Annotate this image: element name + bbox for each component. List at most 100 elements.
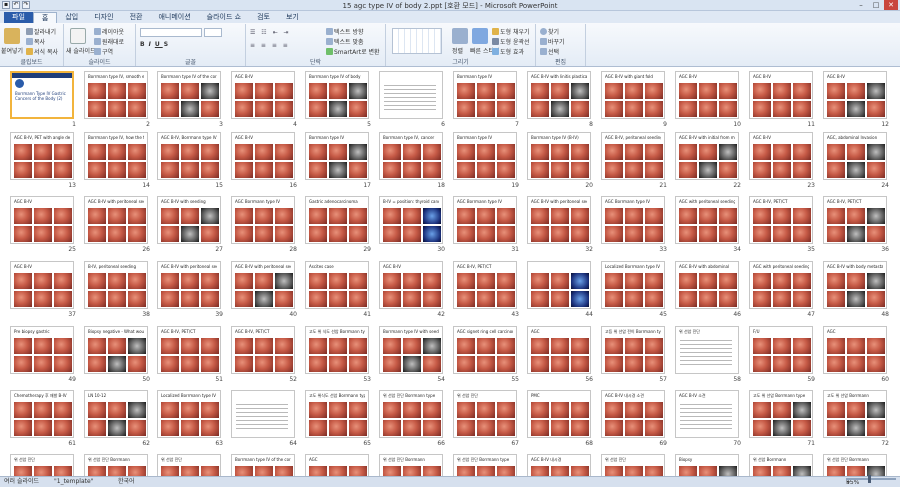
slide-thumbnail[interactable]: Borrmann type IV with seeding <box>379 326 443 374</box>
slide-thumbnail[interactable]: 위 선암 진단 <box>601 454 665 476</box>
tab-1[interactable]: 홈 <box>32 12 58 23</box>
slide-thumbnail[interactable]: Localized Borrmann type IV <box>157 390 221 438</box>
slide-thumbnail[interactable]: 위 선암 진단 Borrmann <box>84 454 148 476</box>
slide-thumbnail[interactable]: AGC, abdominal Invasion <box>823 132 887 180</box>
slide-thumbnail[interactable]: Gastric adenocarcinoma <box>305 196 369 244</box>
slide-thumbnail[interactable]: 고도 위 선암 Borrmann <box>823 390 887 438</box>
arrange-icon[interactable] <box>452 28 468 44</box>
slide-thumbnail[interactable]: Borrmann type IV, cancer <box>379 132 443 180</box>
slide-thumbnail[interactable]: AGC B-IV with initial from metastasis <box>675 132 739 180</box>
slide-thumbnail[interactable]: 위 선암 진단 <box>675 326 739 374</box>
format-painter-button[interactable]: 서식 복사 <box>26 47 58 56</box>
slide-thumbnail[interactable]: AGC <box>527 326 591 374</box>
slide-thumbnail[interactable]: AGC B-IV, PET with angle deformity <box>10 132 74 180</box>
arrange-button[interactable]: 정렬 <box>452 46 463 55</box>
slide-thumbnail[interactable]: PMC <box>527 390 591 438</box>
slide-thumbnail[interactable]: AGC B-IV, PET/CT <box>453 261 517 309</box>
replace-button[interactable]: 바꾸기 <box>540 37 565 46</box>
zoom-slider[interactable] <box>846 475 896 483</box>
slide-thumbnail[interactable]: Borrmann type IV (B-IV) <box>527 132 591 180</box>
zoom-thumb[interactable] <box>868 475 871 483</box>
slide-thumbnail[interactable]: Borrmann type IV <box>453 132 517 180</box>
slide-thumbnail[interactable]: AGC B-IV, PET/CT <box>749 196 813 244</box>
paste-button[interactable]: 붙여넣기 <box>1 46 23 55</box>
section-button[interactable]: 구역 <box>94 47 113 56</box>
slide-thumbnail[interactable] <box>527 261 591 309</box>
reset-button[interactable]: 원래대로 <box>94 37 124 46</box>
layout-button[interactable]: 레이아웃 <box>94 27 124 36</box>
slide-thumbnail[interactable]: Borrmann Type IV Gastric Cancers of the … <box>10 71 74 119</box>
slide-thumbnail[interactable]: AGC B-IV with peritoneal seeding <box>527 196 591 244</box>
slide-thumbnail[interactable]: AGC B-IV <box>231 132 295 180</box>
slide-thumbnail[interactable]: Borrmann type IV, smooth elevation <box>84 71 148 119</box>
slide-thumbnail[interactable]: AGC B-IV <box>823 71 887 119</box>
slide-thumbnail[interactable]: Borrmann type IV, how the fold? <box>84 132 148 180</box>
slide-thumbnail[interactable]: AGC B-IV <box>10 196 74 244</box>
copy-button[interactable]: 복사 <box>26 37 45 46</box>
shapes-gallery[interactable] <box>392 28 442 54</box>
slide-thumbnail[interactable]: 위 선암 진단 <box>453 390 517 438</box>
shape-outline-button[interactable]: 도형 윤곽선 <box>492 37 530 46</box>
slide-thumbnail[interactable]: AGC B-IV with peritoneal seeding <box>231 261 295 309</box>
slide-thumbnail[interactable]: AGC B-IV, Borrmann type IV <box>157 132 221 180</box>
slide-thumbnail[interactable]: AGC signet ring cell carcinoma <box>453 326 517 374</box>
slide-thumbnail[interactable]: B-IV, peritoneal seeding <box>84 261 148 309</box>
tab-0[interactable]: 파일 <box>4 12 33 23</box>
slide-thumbnail[interactable]: AGC B-IV with peritoneal seeding <box>84 196 148 244</box>
slide-thumbnail[interactable]: AGC B-IV 내시경 소견 <box>601 390 665 438</box>
paragraph-align-icons[interactable]: ≡ ≡ ≡ ≡ <box>250 42 290 49</box>
slide-thumbnail[interactable]: AGC B-IV <box>231 71 295 119</box>
slide-thumbnail[interactable]: Borrmann type IV of the corpus/fundus <box>157 71 221 119</box>
slide-thumbnail[interactable]: 고도 위 식도 선암 Borrmann type <box>305 326 369 374</box>
slide-thumbnail[interactable]: AGC B-IV with body metastasis <box>823 261 887 309</box>
slide-thumbnail[interactable]: AGC B-IV <box>675 71 739 119</box>
quick-styles-icon[interactable] <box>472 28 488 44</box>
slide-thumbnail[interactable]: AGC B-IV <box>749 71 813 119</box>
slide-thumbnail[interactable]: AGC B-IV, PET/CT <box>157 326 221 374</box>
slide-thumbnail[interactable]: 위 선암 진단 <box>157 454 221 476</box>
slide-thumbnail[interactable]: AGC B-IV with linitis plastica <box>527 71 591 119</box>
slide-thumbnail[interactable]: 위 선암 진단 Borrmann type <box>453 454 517 476</box>
slide-thumbnail[interactable]: AGC B-IV with peritoneal seeding <box>157 261 221 309</box>
slide-thumbnail[interactable]: 고등 위 선암 전이 Borrmann type <box>601 326 665 374</box>
shape-effects-button[interactable]: 도형 효과 <box>492 47 524 56</box>
slide-thumbnail[interactable]: AGC B-IV 소견 <box>675 390 739 438</box>
slide-thumbnail[interactable]: AGC Borrmann type IV <box>231 196 295 244</box>
close-icon[interactable]: ✕ <box>884 0 898 10</box>
new-slide-button[interactable]: 새 슬라이드 <box>66 46 96 55</box>
slide-thumbnail[interactable]: AGC B-IV 내시경 <box>527 454 591 476</box>
slide-thumbnail[interactable]: AGC with peritoneal seeding <box>675 196 739 244</box>
tab-6[interactable]: 슬라이드 쇼 <box>199 12 249 23</box>
tab-8[interactable]: 보기 <box>278 12 307 23</box>
slide-sorter[interactable]: Borrmann Type IV Gastric Cancers of the … <box>0 68 900 476</box>
slide-thumbnail[interactable]: AGC <box>305 454 369 476</box>
slide-thumbnail[interactable]: AGC with peritoneal seeding <box>749 261 813 309</box>
tab-5[interactable]: 애니메이션 <box>150 12 198 23</box>
slide-thumbnail[interactable]: F/U <box>749 326 813 374</box>
find-button[interactable]: 찾기 <box>540 27 559 36</box>
align-text-button[interactable]: 텍스트 맞춤 <box>326 37 364 46</box>
paste-icon[interactable] <box>4 28 20 44</box>
smartart-button[interactable]: SmartArt로 변환 <box>326 47 380 56</box>
slide-thumbnail[interactable]: Chemotherapy 후 재발 B-IV <box>10 390 74 438</box>
slide-thumbnail[interactable]: Ascites case <box>305 261 369 309</box>
slide-thumbnail[interactable]: AGC B-IV <box>379 261 443 309</box>
slide-thumbnail[interactable]: AGC B-IV, peritoneal seeding <box>601 132 665 180</box>
tab-3[interactable]: 디자인 <box>86 12 121 23</box>
slide-thumbnail[interactable]: AGC <box>823 326 887 374</box>
tab-7[interactable]: 검토 <box>249 12 278 23</box>
font-style-buttons[interactable]: BIUS <box>140 41 171 48</box>
tab-4[interactable]: 전환 <box>122 12 151 23</box>
slide-thumbnail[interactable]: Borrmann type IV <box>453 71 517 119</box>
slide-thumbnail[interactable]: AGC B-IV with seeding <box>157 196 221 244</box>
cut-button[interactable]: 잘라내기 <box>26 27 56 36</box>
slide-thumbnail[interactable]: Pre biopsy gastric <box>10 326 74 374</box>
slide-thumbnail[interactable]: AGC B-IV, PET/CT <box>823 196 887 244</box>
slide-thumbnail[interactable]: 위 선암 진단 Borrmann <box>379 454 443 476</box>
slide-thumbnail[interactable]: AGC Borrmann type IV <box>601 196 665 244</box>
slide-thumbnail[interactable]: 위 선암 진단 Borrmann <box>823 454 887 476</box>
minimize-icon[interactable]: – <box>854 0 868 10</box>
slide-thumbnail[interactable]: AGC B-IV, PET/CT <box>231 326 295 374</box>
slide-thumbnail[interactable]: AGC B-IV <box>10 261 74 309</box>
font-size-box[interactable] <box>204 28 222 37</box>
